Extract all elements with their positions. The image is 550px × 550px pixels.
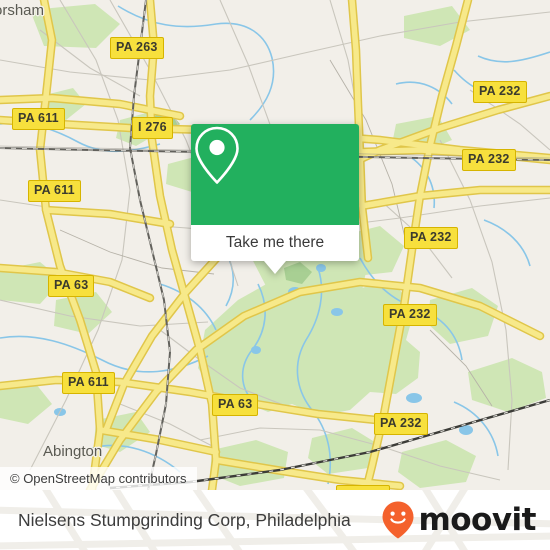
popup-action[interactable]: Take me there [191,225,359,274]
road-shield: PA 63 [212,394,259,416]
road-shield: PA 232 [473,81,527,103]
road-shield: PA 232 [462,149,516,171]
road-shield: PA 263 [110,37,164,59]
footer-bar: Nielsens Stumpgrinding Corp, Philadelphi… [0,490,550,550]
place-label-abington: Abington [43,443,103,460]
map-pin-icon [195,126,239,184]
road-shield: PA 611 [28,180,81,202]
moovit-logo[interactable]: moovit [381,490,536,550]
location-title-text: Nielsens Stumpgrinding Corp, Philadelphi… [18,509,351,530]
popup-pointer [264,261,286,274]
road-shield: PA 232 [404,227,458,249]
location-title: Nielsens Stumpgrinding Corp, Philadelphi… [18,490,351,550]
popup-header [191,124,359,225]
map-canvas[interactable]: PA 263 PA 611 I 276 PA 611 PA 63 PA 611 … [0,0,550,490]
location-popup-card[interactable]: Take me there [191,124,359,274]
osm-attribution[interactable]: © OpenStreetMap contributors [0,467,197,490]
road-shield: PA 611 [62,372,115,394]
map-screenshot: PA 263 PA 611 I 276 PA 611 PA 63 PA 611 … [0,0,550,550]
road-shield: I 276 [132,117,173,139]
road-shield: PA 63 [48,275,95,297]
road-shield: PA 611 [12,108,65,130]
road-shield: PA 232 [383,304,437,326]
moovit-wordmark: moovit [418,501,536,538]
take-me-there-label: Take me there [225,234,325,252]
moovit-pin-smiley-icon [382,501,414,539]
road-shield: PA 232 [374,413,428,435]
place-label-horsham: orsham [0,2,45,19]
